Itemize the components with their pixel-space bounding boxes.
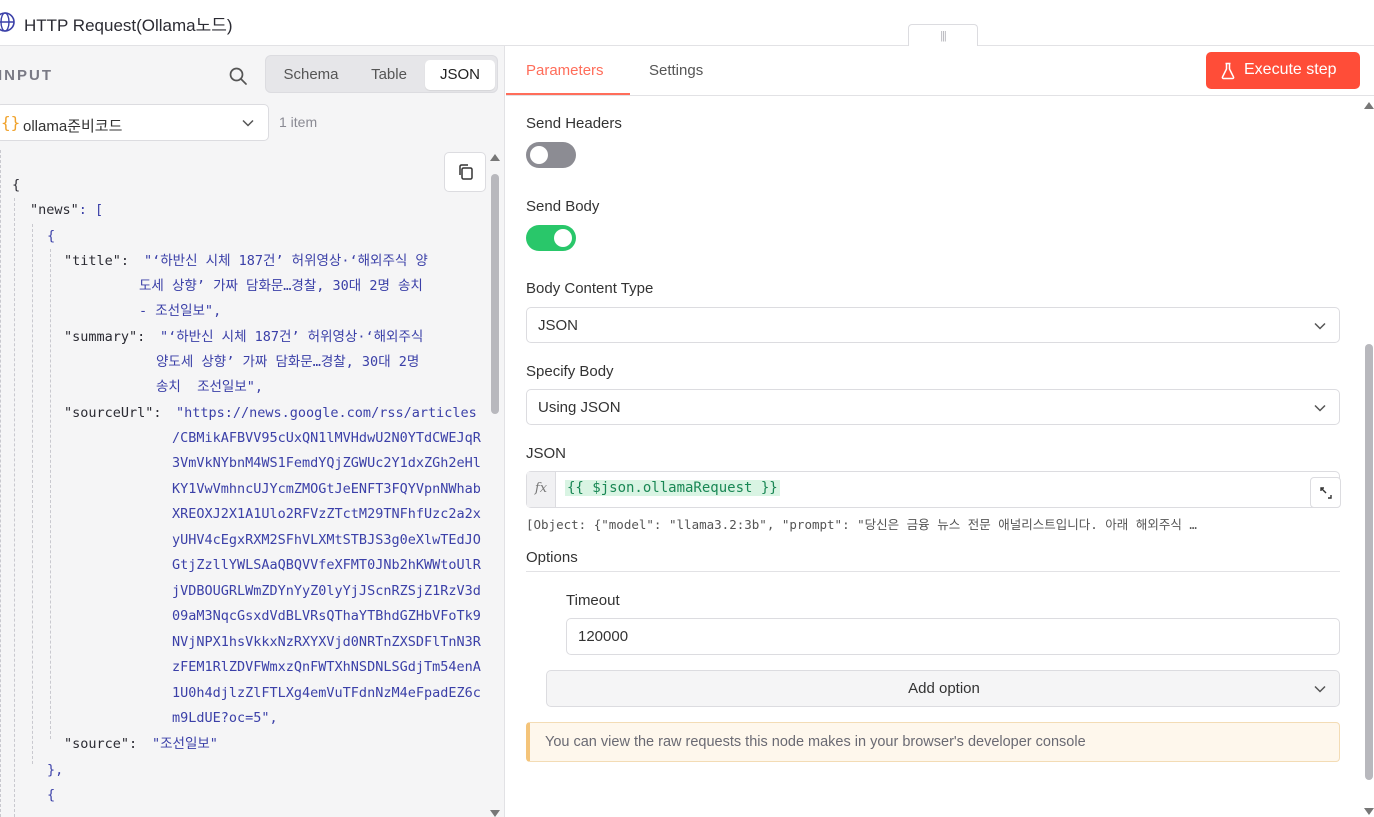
chevron-down-icon: [242, 119, 254, 127]
chevron-down-icon: [1314, 685, 1326, 693]
json-key-news: "news": [30, 202, 79, 218]
node-title: HTTP Request(Ollama노드): [24, 16, 233, 35]
tab-schema[interactable]: Schema: [270, 60, 352, 90]
expand-editor-button[interactable]: [1310, 477, 1341, 508]
search-icon[interactable]: [228, 66, 248, 86]
send-headers-label: Send Headers: [526, 115, 622, 132]
json-expression-input[interactable]: fx {{ $json.ollamaRequest }}: [526, 471, 1340, 508]
execute-step-button[interactable]: Execute step: [1206, 52, 1360, 89]
json-brace: {: [47, 787, 56, 803]
json-value-summary: "‘하반신 시체 187건’ 허위영상·‘해외주식: [160, 329, 424, 345]
options-title: Options: [526, 549, 578, 566]
flask-icon: [1221, 62, 1235, 80]
copy-icon: [459, 164, 473, 180]
tab-settings[interactable]: Settings: [649, 62, 703, 79]
add-option-label: Add option: [908, 680, 980, 697]
json-value-sourceurl: jVDBOUGRLWmZDYnYyZ0lyYjJScnRZSjZ1RzV3d: [172, 583, 481, 599]
tab-parameters[interactable]: Parameters: [526, 62, 604, 79]
tab-json[interactable]: JSON: [425, 60, 495, 90]
globe-icon: [0, 12, 15, 32]
json-brace: {: [12, 177, 21, 193]
scroll-down-icon[interactable]: [490, 810, 500, 817]
toggle-knob: [530, 146, 548, 164]
json-value-title: 도세 상향’ 가짜 담화문…경찰, 30대 2명 송치: [139, 278, 423, 294]
send-body-toggle[interactable]: [526, 225, 576, 251]
developer-console-notice: You can view the raw requests this node …: [526, 722, 1340, 762]
parameter-tabs: Parameters Settings Execute step: [506, 46, 1374, 96]
title-bar: HTTP Request(Ollama노드) |||: [0, 0, 1374, 46]
json-bracket: : [: [78, 202, 104, 218]
json-value-sourceurl: 09aM3NqcGsxdVdBLVRsQThaYTBhdGZHbVFoTk9: [172, 608, 481, 624]
parameters-panel: Parameters Settings Execute step Send He…: [506, 46, 1374, 817]
toggle-knob: [554, 229, 572, 247]
json-value-sourceurl: KY1VwVmhncUJYcmZMOGtJeENFT3FQYVpnNWhab: [172, 481, 481, 497]
json-value-sourceurl: NVjNPX1hsVkkxNzRXYXVjd0NRTnZXSDFlTnN3R: [172, 634, 481, 650]
json-key-sourceurl: "sourceUrl":: [64, 405, 162, 421]
json-value-summary: 양도세 상향’ 가짜 담화문…경찰, 30대 2명: [156, 354, 420, 370]
add-option-select[interactable]: Add option: [546, 670, 1340, 707]
send-headers-toggle[interactable]: [526, 142, 576, 168]
expand-icon: [1320, 487, 1332, 499]
json-value-sourceurl: GtjZzllYWLSAaQBQVVfeXFMT0JNb2hKWWtoUlR: [172, 557, 481, 573]
json-key-source: "source":: [64, 736, 138, 752]
specify-body-value: Using JSON: [538, 399, 621, 416]
body-content-type-label: Body Content Type: [526, 280, 654, 297]
input-node-name: ollama준비코드: [23, 118, 123, 135]
scroll-up-icon[interactable]: [490, 154, 500, 161]
json-value-sourceurl: yUHV4cEgxRXM2SFhVLXMtSTBJS3g0eXlwTEdJO: [172, 532, 481, 548]
specify-body-label: Specify Body: [526, 363, 614, 380]
chevron-down-icon: [1314, 322, 1326, 330]
body-content-type-select[interactable]: JSON: [526, 307, 1340, 343]
notice-text: You can view the raw requests this node …: [545, 734, 1086, 750]
timeout-input[interactable]: 120000: [566, 618, 1340, 655]
json-scrollbar[interactable]: [488, 154, 502, 817]
input-panel-label: INPUT: [0, 67, 53, 84]
parameters-scrollbar[interactable]: [1362, 100, 1374, 817]
json-object-icon: {}: [1, 113, 21, 132]
json-value-sourceurl: "https://news.google.com/rss/articles: [176, 405, 477, 421]
json-value-sourceurl: zFEM1RlZDVFWmxzQnFWTXhNSDNLSGdjTm54enA: [172, 659, 481, 675]
json-value-summary: 송치 조선일보",: [156, 379, 264, 395]
scrollbar-thumb[interactable]: [491, 174, 499, 414]
copy-json-button[interactable]: [444, 152, 486, 192]
json-value-source: "조선일보": [152, 736, 218, 752]
options-divider: [526, 571, 1340, 572]
json-expression-value: {{ $json.ollamaRequest }}: [565, 480, 780, 496]
active-tab-underline: [506, 93, 630, 95]
json-value-title: "‘하반신 시체 187건’ 허위영상·‘해외주식 양: [144, 253, 428, 269]
json-value-sourceurl: XREOXJ2X1A1Ulo2RFVzZTctM29TNFhfUzc2a2x: [172, 506, 481, 522]
json-field-label: JSON: [526, 445, 567, 462]
scroll-down-icon[interactable]: [1364, 808, 1374, 815]
json-value-sourceurl: m9LdUE?oc=5",: [172, 710, 278, 726]
json-line: "news": [: [30, 198, 103, 223]
json-output-view: { "news": [ { "title": "‘하반신 시체 187건’ 허위…: [0, 150, 487, 817]
input-panel: INPUT Schema Table JSON {} ollama준비코드 1 …: [0, 46, 505, 817]
fx-icon: fx: [527, 472, 556, 507]
json-value-title: - 조선일보",: [139, 303, 222, 319]
json-brace: },: [47, 762, 64, 778]
json-expression-preview: [Object: {"model": "llama3.2:3b", "promp…: [526, 517, 1197, 532]
panel-drag-handle[interactable]: |||: [908, 24, 978, 46]
json-key-summary: "summary":: [64, 329, 146, 345]
timeout-label: Timeout: [566, 592, 620, 609]
input-node-select[interactable]: {} ollama준비코드: [0, 104, 269, 141]
tab-table[interactable]: Table: [352, 60, 426, 90]
scrollbar-thumb[interactable]: [1365, 344, 1373, 780]
json-value-sourceurl: 3VmVkNYbnM4WS1FemdYQjZGWUc2Y1dxZGh2eHl: [172, 455, 481, 471]
send-body-label: Send Body: [526, 198, 600, 215]
body-content-type-value: JSON: [538, 317, 579, 334]
json-value-sourceurl: /CBMikAFBVV95cUxQN1lMVHdwU2N0YTdCWEJqR: [172, 430, 481, 446]
json-brace: {: [47, 228, 56, 244]
specify-body-select[interactable]: Using JSON: [526, 389, 1340, 425]
view-tabs: Schema Table JSON: [265, 55, 498, 93]
json-key-title: "title":: [64, 253, 130, 269]
execute-step-label: Execute step: [1244, 61, 1337, 78]
scroll-up-icon[interactable]: [1364, 102, 1374, 109]
item-count: 1 item: [279, 114, 318, 130]
chevron-down-icon: [1314, 404, 1326, 412]
json-value-sourceurl: 1U0h4djlzZlFTLXg4emVuTFdnNzM4eFpadEZ6c: [172, 685, 481, 701]
